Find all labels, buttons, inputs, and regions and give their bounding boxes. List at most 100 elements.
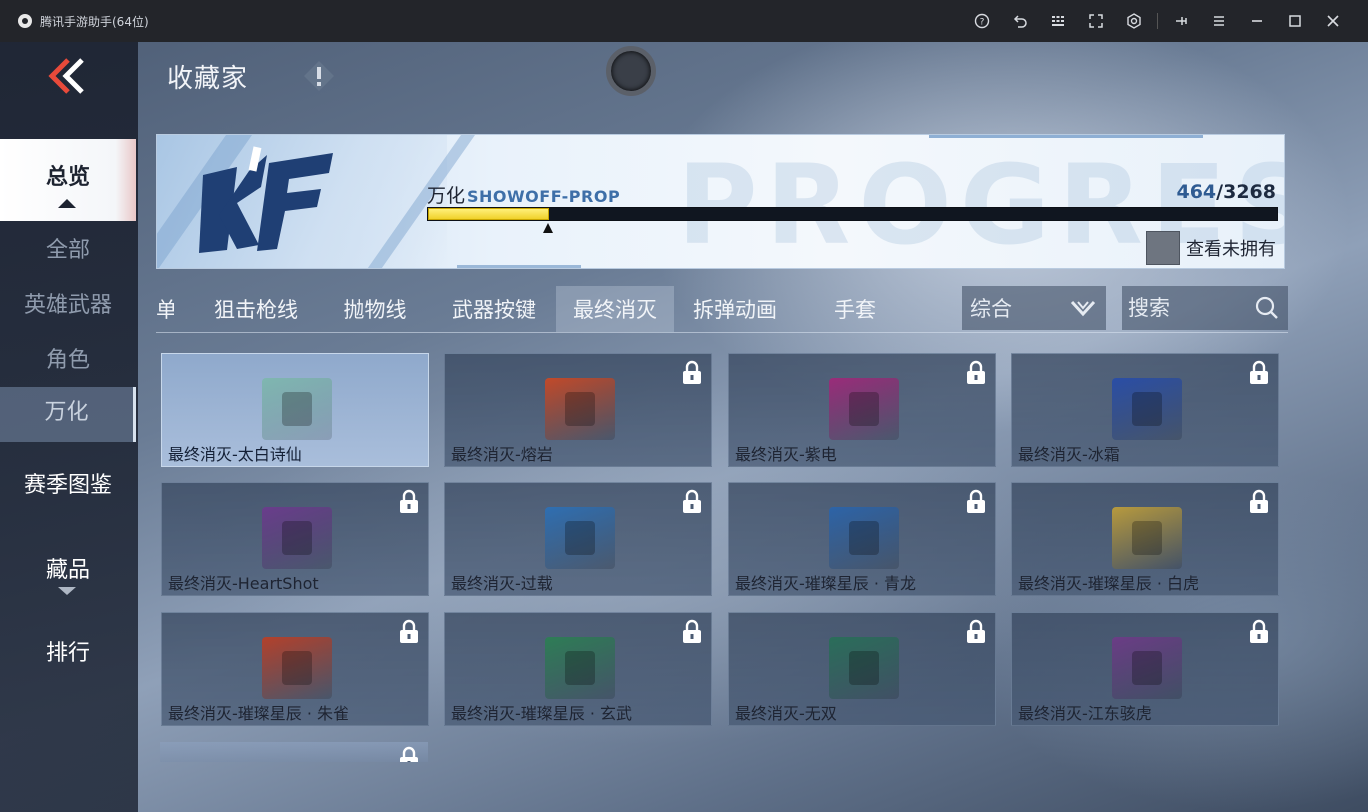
app-logo-icon (18, 14, 32, 28)
lock-icon (683, 360, 701, 384)
item-card[interactable]: 最终消灭-璀璨星辰 · 朱雀 (161, 612, 429, 726)
nav-item-label: 英雄武器 (23, 293, 112, 318)
show-unowned-toggle[interactable]: 查看未拥有 (1146, 231, 1276, 265)
tab-label: 最终消灭 (573, 298, 657, 322)
close-icon[interactable] (1314, 0, 1352, 42)
lock-icon (683, 489, 701, 513)
lock-icon (400, 746, 418, 762)
banner-accent-line (929, 135, 1203, 138)
nav-item-label: 全部 (45, 238, 90, 263)
chevron-down-icon (1070, 300, 1096, 317)
item-card-label: 最终消灭-紫电 (735, 445, 837, 464)
nav-item-label: 赛季图鉴 (23, 473, 112, 498)
lock-icon (683, 619, 701, 643)
settings-icon[interactable] (1115, 0, 1153, 42)
tab-parabola[interactable]: 抛物线 (330, 286, 420, 332)
show-unowned-checkbox[interactable] (1146, 231, 1180, 265)
tab-final-kill[interactable]: 最终消灭 (556, 286, 674, 332)
search-input[interactable] (1128, 296, 1248, 320)
nav-item-ranking[interactable]: 排行 (0, 635, 136, 669)
item-card-label: 最终消灭-江东骇虎 (1018, 704, 1152, 723)
fullscreen-icon[interactable] (1077, 0, 1115, 42)
item-card[interactable]: 最终消灭-熔岩 (444, 353, 712, 467)
nav-item-all[interactable]: 全部 (0, 232, 136, 266)
nav-item-hero-weapons[interactable]: 英雄武器 (0, 287, 136, 321)
window-title: 腾讯手游助手(64位) (40, 14, 149, 29)
minimize-icon[interactable] (1238, 0, 1276, 42)
titlebar-divider (1157, 13, 1158, 29)
tab-weapon-buttons[interactable]: 武器按键 (438, 286, 550, 332)
item-thumbnail (262, 507, 332, 569)
sort-value: 综合 (970, 297, 1012, 321)
item-card-label: 最终消灭-过载 (451, 574, 553, 593)
menu-icon[interactable] (1200, 0, 1238, 42)
item-thumbnail (829, 637, 899, 699)
window-controls: ? (963, 0, 1352, 42)
tab-sniper-line[interactable]: 狙击枪线 (198, 286, 314, 332)
tab-defuse-animation[interactable]: 拆弹动画 (678, 286, 792, 332)
nav-item-label: 万化 (44, 400, 89, 425)
help-icon[interactable]: ? (963, 0, 1001, 42)
maximize-icon[interactable] (1276, 0, 1314, 42)
search-box[interactable] (1122, 286, 1288, 330)
owned-count: 464 (1176, 181, 1217, 203)
item-thumbnail (545, 507, 615, 569)
lock-icon (967, 619, 985, 643)
item-card[interactable]: 最终消灭-江东骇虎 (1011, 612, 1279, 726)
pin-icon[interactable] (1162, 0, 1200, 42)
item-card[interactable]: 最终消灭-无双 (728, 612, 996, 726)
search-icon[interactable] (1254, 295, 1280, 321)
banner-accent-line (457, 265, 581, 268)
nav-caret-up-icon (58, 199, 76, 208)
tab-gloves[interactable]: 手套 (820, 286, 890, 332)
tabs-divider (156, 332, 1288, 333)
item-card[interactable]: 最终消灭-紫电 (728, 353, 996, 467)
tab-label: 武器按键 (452, 298, 536, 322)
item-thumbnail (262, 378, 332, 440)
item-card[interactable]: 最终消灭-过载 (444, 482, 712, 596)
tab-label: 单 (156, 298, 174, 322)
undo-icon[interactable] (1001, 0, 1039, 42)
nav-item-characters[interactable]: 角色 (0, 342, 136, 376)
banner-sub-label: SHOWOFF-PROP (467, 187, 621, 206)
sort-dropdown[interactable]: 综合 (962, 286, 1106, 330)
item-thumbnail (545, 637, 615, 699)
floating-camera-button[interactable] (606, 46, 656, 96)
lock-icon (1250, 489, 1268, 513)
window-titlebar: 腾讯手游助手(64位) ? (0, 0, 1368, 42)
item-card-label: 最终消灭-太白诗仙 (168, 445, 302, 464)
back-button[interactable] (44, 56, 90, 96)
item-thumbnail (1112, 637, 1182, 699)
item-card[interactable]: 最终消灭-太白诗仙 (161, 353, 429, 467)
tab-partial[interactable]: 单 (156, 286, 174, 332)
page-title: 收藏家 (167, 64, 249, 94)
item-card[interactable]: 最终消灭-璀璨星辰 · 白虎 (1011, 482, 1279, 596)
item-card-label: 最终消灭-璀璨星辰 · 白虎 (1018, 574, 1200, 593)
nav-item-showoff[interactable]: 万化 (0, 387, 136, 442)
nav-item-season-guide[interactable]: 赛季图鉴 (0, 467, 136, 501)
item-card[interactable]: 最终消灭-璀璨星辰 · 玄武 (444, 612, 712, 726)
nav-item-collectibles[interactable]: 藏品 (0, 552, 136, 586)
item-thumbnail (262, 637, 332, 699)
lock-icon (400, 619, 418, 643)
info-button[interactable] (301, 58, 337, 94)
item-card-label: 最终消灭-HeartShot (168, 574, 319, 593)
item-card[interactable]: 最终消灭-璀璨星辰 · 青龙 (728, 482, 996, 596)
item-card[interactable]: 最终消灭-冰霜 (1011, 353, 1279, 467)
back-arrow-icon (48, 58, 84, 94)
lock-icon (1250, 619, 1268, 643)
keyboard-icon[interactable] (1039, 0, 1077, 42)
exclamation-icon (304, 61, 334, 91)
nav-item-label: 排行 (45, 641, 90, 666)
collection-progress-fill (428, 208, 549, 220)
item-thumbnail (1112, 378, 1182, 440)
nav-caret-down-icon (58, 587, 76, 595)
item-card-label: 最终消灭-无双 (735, 704, 837, 723)
lock-icon (400, 489, 418, 513)
collection-count: 464/3268 (1176, 181, 1276, 203)
lock-icon (967, 489, 985, 513)
cf-logo-icon (199, 146, 333, 253)
item-card[interactable]: 最终消灭-HeartShot (161, 482, 429, 596)
nav-item-overview[interactable]: 总览 (0, 139, 136, 221)
item-card-partial[interactable] (160, 742, 428, 762)
